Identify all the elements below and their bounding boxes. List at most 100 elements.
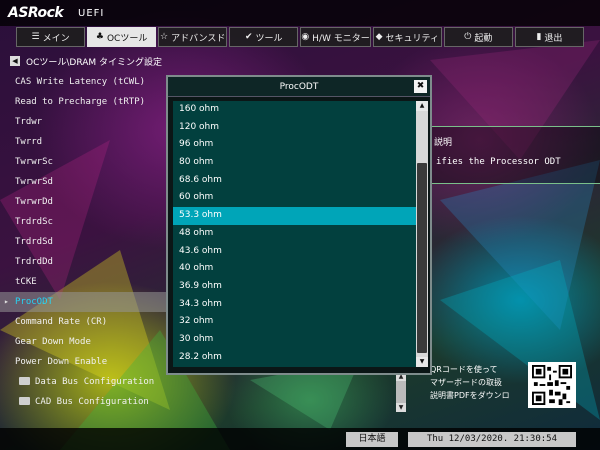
tab-label: 退出 <box>544 33 563 44</box>
tab-security[interactable]: ◆ セキュリティ <box>372 27 442 47</box>
option-item[interactable]: 60 ohm <box>173 189 425 207</box>
exit-icon: ▮ <box>536 32 542 42</box>
qr-code <box>528 362 576 408</box>
menu-item-data-bus-config[interactable]: Data Bus Configuration <box>0 372 172 392</box>
scroll-down-arrow-icon[interactable]: ▼ <box>416 357 428 367</box>
menu-item-twrrd[interactable]: Twrrd <box>0 132 172 152</box>
menu-icon: ☰ <box>31 32 40 42</box>
option-item[interactable]: 32 ohm <box>173 313 425 331</box>
menu-item-label: CAD Bus Configuration <box>35 397 149 407</box>
description-scrollbar[interactable]: ▲ ▼ <box>396 372 406 412</box>
menu-item-label: Data Bus Configuration <box>35 377 155 387</box>
monitor-icon: ◉ <box>301 32 310 42</box>
settings-menu: CAS Write Latency (tCWL) Read to Prechar… <box>0 72 172 412</box>
breadcrumb-path: OCツール\DRAM タイミング設定 <box>26 57 163 68</box>
option-scrollbar[interactable]: ▲ ▼ <box>416 101 428 367</box>
option-item[interactable]: 48 ohm <box>173 225 425 243</box>
tool-icon: ✔ <box>244 32 253 42</box>
datetime-display: Thu 12/03/2020. 21:30:54 <box>408 432 576 447</box>
menu-item-label: Twrrd <box>15 137 43 147</box>
option-item[interactable]: 96 ohm <box>173 136 425 154</box>
brand-logo: ASRock <box>8 5 64 21</box>
tab-advanced[interactable]: ☆ アドバンスド <box>158 27 228 47</box>
procodt-dialog: ProcODT ✖ 160 ohm 120 ohm 96 ohm 80 ohm 68.6… <box>166 75 432 375</box>
tab-hw-monitor[interactable]: ◉ H/W モニター <box>300 27 371 47</box>
main-tabs: ☰ メイン ♣ OCツール ☆ アドバンスド ✔ ツール ◉ H/W モニター ◆ セキュリ… <box>16 26 584 48</box>
menu-item-label: TwrwrSc <box>15 157 53 167</box>
brand-product: UEFI <box>78 8 105 19</box>
menu-item-trtp[interactable]: Read to Precharge (tRTP) <box>0 92 172 112</box>
menu-item-twrwrdd[interactable]: TwrwrDd <box>0 192 172 212</box>
breadcrumb: ◀ OCツール\DRAM タイミング設定 <box>10 54 162 68</box>
selection-cursor-icon: ▸ <box>4 297 9 306</box>
dialog-title: ProcODT <box>168 77 430 97</box>
back-arrow-icon[interactable]: ◀ <box>10 56 20 66</box>
description-text: ifies the Processor ODT <box>436 157 561 167</box>
menu-item-twrwrsd[interactable]: TwrwrSd <box>0 172 172 192</box>
option-item[interactable]: 120 ohm <box>173 119 425 137</box>
menu-item-label: CAS Write Latency (tCWL) <box>15 77 146 87</box>
menu-item-tcke[interactable]: tCKE <box>0 272 172 292</box>
menu-item-label: Gear Down Mode <box>15 337 91 347</box>
menu-item-label: Power Down Enable <box>15 357 108 367</box>
option-item[interactable]: 36.9 ohm <box>173 278 425 296</box>
menu-item-label: TrdrdDd <box>15 257 53 267</box>
description-title: 説明 <box>434 138 453 148</box>
menu-item-gear-down-mode[interactable]: Gear Down Mode <box>0 332 172 352</box>
menu-item-cad-bus-config[interactable]: CAD Bus Configuration <box>0 392 172 412</box>
menu-item-label: TrdrdSc <box>15 217 53 227</box>
menu-item-trdrddd[interactable]: TrdrdDd <box>0 252 172 272</box>
menu-item-label: ProcODT <box>15 297 53 307</box>
folder-icon <box>19 377 30 385</box>
qr-text-line: マザーボードの取扱 <box>430 378 502 387</box>
star-icon: ☆ <box>160 32 169 42</box>
tab-label: ツール <box>255 33 283 44</box>
menu-item-twrwrsc[interactable]: TwrwrSc <box>0 152 172 172</box>
scrollbar-thumb[interactable] <box>417 163 427 353</box>
option-item[interactable]: 80 ohm <box>173 154 425 172</box>
menu-item-label: Command Rate (CR) <box>15 317 108 327</box>
menu-item-label: Trdwr <box>15 117 43 127</box>
scroll-up-arrow-icon[interactable]: ▲ <box>416 101 428 111</box>
language-button[interactable]: 日本語 <box>346 432 398 447</box>
menu-item-power-down-enable[interactable]: Power Down Enable <box>0 352 172 372</box>
menu-item-label: TwrwrSd <box>15 177 53 187</box>
menu-item-label: tCKE <box>15 277 37 287</box>
menu-item-procodt[interactable]: ▸ ProcODT <box>0 292 172 312</box>
scroll-down-arrow-icon[interactable]: ▼ <box>396 403 406 412</box>
option-item[interactable]: 43.6 ohm <box>173 243 425 261</box>
tab-label: セキュリティ <box>385 33 439 44</box>
qr-text-line: 説明書PDFをダウンロ <box>430 391 510 400</box>
tab-tool[interactable]: ✔ ツール <box>229 27 299 47</box>
tab-main[interactable]: ☰ メイン <box>16 27 86 47</box>
oc-icon: ♣ <box>95 32 104 42</box>
qr-code-image <box>532 365 572 405</box>
tab-label: 起動 <box>474 33 493 44</box>
option-item[interactable]: 34.3 ohm <box>173 296 425 314</box>
tab-label: OCツール <box>106 33 148 44</box>
menu-item-command-rate[interactable]: Command Rate (CR) <box>0 312 172 332</box>
option-item[interactable]: 68.6 ohm <box>173 172 425 190</box>
option-item[interactable]: 40 ohm <box>173 260 425 278</box>
tab-exit[interactable]: ▮ 退出 <box>514 27 584 47</box>
option-item[interactable]: 30 ohm <box>173 331 425 349</box>
option-item[interactable]: 160 ohm <box>173 101 425 119</box>
tab-label: メイン <box>42 33 70 44</box>
tab-boot[interactable]: ⏻ 起動 <box>443 27 513 47</box>
option-item-selected[interactable]: 53.3 ohm <box>173 207 425 225</box>
folder-icon <box>19 397 30 405</box>
power-icon: ⏻ <box>464 32 472 42</box>
menu-item-trdwr[interactable]: Trdwr <box>0 112 172 132</box>
tab-oc-tweaker[interactable]: ♣ OCツール <box>87 27 157 47</box>
close-icon[interactable]: ✖ <box>414 80 427 93</box>
description-panel: 説明 ifies the Processor ODT <box>428 126 600 184</box>
option-item[interactable]: 28.2 ohm <box>173 349 425 367</box>
menu-item-label: TrdrdSd <box>15 237 53 247</box>
tab-label: H/W モニター <box>312 33 370 44</box>
qr-instructions: QRコードを使って マザーボードの取扱 説明書PDFをダウンロ <box>430 363 510 402</box>
menu-item-trdrdsd[interactable]: TrdrdSd <box>0 232 172 252</box>
tab-label: アドバンスド <box>171 33 226 44</box>
menu-item-trdrdsc[interactable]: TrdrdSc <box>0 212 172 232</box>
shield-icon: ◆ <box>375 32 383 42</box>
menu-item-tcwl[interactable]: CAS Write Latency (tCWL) <box>0 72 172 92</box>
